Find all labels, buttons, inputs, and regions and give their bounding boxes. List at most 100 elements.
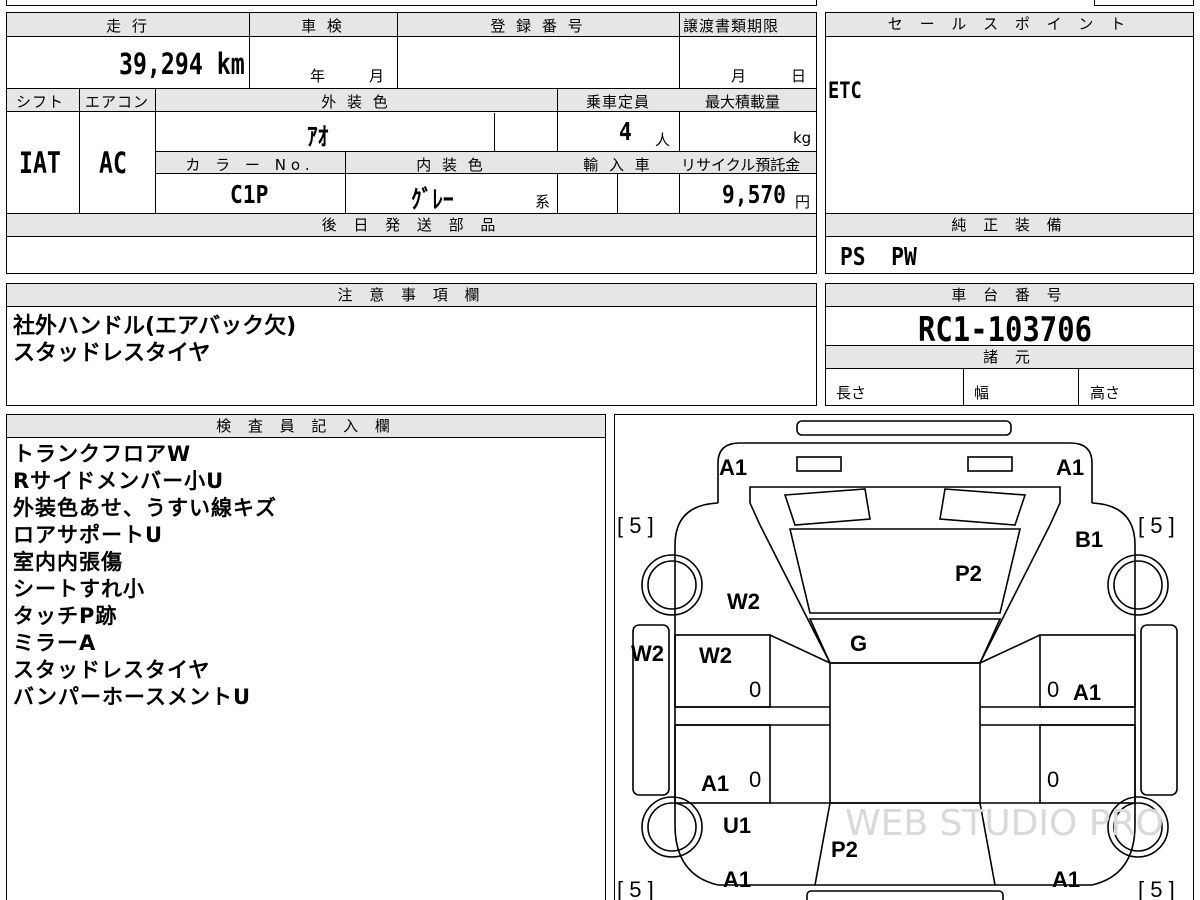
sales-point-label: セ ー ル ス ポ イ ン ト <box>826 13 1193 37</box>
front-outline <box>717 442 1093 503</box>
tire-front-right <box>1107 554 1169 616</box>
tire-front-left <box>641 554 703 616</box>
watermark: WEB STUDIO PRO <box>845 803 1164 844</box>
mileage-label: 走 行 <box>106 17 150 35</box>
length-label: 長さ <box>836 384 867 402</box>
inspector-line-7: タッチP跡 <box>13 604 118 628</box>
tire-rear-left-inner <box>647 802 697 852</box>
chassis-box: 車 台 番 号 RC1-103706 諸 元 長さ 幅 高さ <box>825 283 1194 406</box>
grille-outline <box>749 486 1061 503</box>
left-front-lamp <box>783 488 871 526</box>
marker-left-rear-fender: U1 <box>723 813 751 838</box>
specs-label: 諸 元 <box>826 346 1193 369</box>
color-no-label: カ ラ ー No. <box>185 156 315 174</box>
marker-right-front-door: A1 <box>1073 680 1101 705</box>
exterior-color-label: 外 装 色 <box>321 93 391 111</box>
chassis-number-label: 車 台 番 号 <box>826 284 1193 307</box>
color-no-value: C1P <box>230 180 269 209</box>
top-strip-right <box>1094 0 1194 6</box>
deadline-label: 譲渡書類期限 <box>683 17 780 35</box>
import-label: 輸 入 車 <box>583 156 653 174</box>
deadline-day: 日 <box>791 67 807 85</box>
car-diagram: WEB STUDIO PRO A1 A1 [ 5 ] [ 5 ] B1 P2 W… <box>617 420 1178 900</box>
rear-bumper <box>806 890 1004 900</box>
ac-label: エアコン <box>85 93 150 111</box>
right-headlight <box>967 456 1013 472</box>
marker-right-front-fender: B1 <box>1075 527 1103 552</box>
vehicle-info-table: 走 行 車 検 登 録 番 号 譲渡書類期限 39,294 km 年 月 月 日… <box>6 12 817 274</box>
sales-point-box: セ ー ル ス ポ イ ン ト ETC 純 正 装 備 PS PW <box>825 12 1194 274</box>
tire-rear-left-label: [ 5 ] <box>617 877 654 900</box>
recycle-unit: 円 <box>795 193 811 211</box>
later-parts-label: 後 日 発 送 部 品 <box>7 214 816 237</box>
shaken-month: 月 <box>369 67 385 85</box>
interior-suffix: 系 <box>535 193 551 211</box>
top-strip <box>6 0 817 6</box>
marker-windshield: G <box>850 631 867 656</box>
inspector-line-3: 外装色あせ、うすい線キズ <box>13 496 277 520</box>
marker-left-front-door: W2 <box>699 643 732 668</box>
inspector-box: 検 査 員 記 入 欄 トランクフロアW Rサイドメンバー小U 外装色あせ、うす… <box>6 414 606 900</box>
recycle-label: リサイクル預託金 <box>681 156 801 174</box>
windshield-panel <box>808 618 1002 664</box>
capacity-label: 乗車定員 <box>585 93 650 111</box>
tire-rear-left <box>641 796 703 858</box>
marker-left-front-fender: W2 <box>727 589 760 614</box>
inspector-line-9: スタッドレスタイヤ <box>13 658 211 682</box>
chassis-number-value: RC1-103706 <box>918 310 1092 350</box>
hood-panel <box>788 528 1022 614</box>
car-diagram-box: WEB STUDIO PRO A1 A1 [ 5 ] [ 5 ] B1 P2 W… <box>614 414 1194 900</box>
height-label: 高さ <box>1090 384 1121 402</box>
inspector-line-1: トランクフロアW <box>13 442 192 466</box>
shift-label: シフト <box>16 93 65 111</box>
right-side-sill <box>1140 624 1178 796</box>
genuine-equipment-label: 純 正 装 備 <box>826 214 1193 237</box>
inspector-line-4: ロアサポートU <box>13 523 164 547</box>
inspector-line-8: ミラーA <box>13 631 97 655</box>
tire-front-left-inner <box>647 560 697 610</box>
marker-left-rear-door: A1 <box>701 771 729 796</box>
notes-line-2: スタッドレスタイヤ <box>13 341 211 366</box>
inspector-line-10: バンパーホースメントU <box>13 685 252 709</box>
inspector-line-6: シートすれ小 <box>13 577 145 601</box>
marker-hood: P2 <box>955 561 982 586</box>
marker-front-right-corner: A1 <box>1056 455 1084 480</box>
recycle-value: 9,570 <box>722 180 786 209</box>
inspector-line-5: 室内内張傷 <box>13 550 123 574</box>
sales-point-value: ETC <box>828 79 862 104</box>
capacity-value: 4 <box>619 117 632 146</box>
mileage-value: 39,294 km <box>119 47 245 81</box>
right-front-lamp <box>939 488 1027 526</box>
zero-marker-2: 0 <box>1047 677 1059 702</box>
genuine-equipment-value: PS PW <box>840 242 917 271</box>
max-load-label: 最大積載量 <box>705 93 781 111</box>
interior-color-label: 内 装 色 <box>416 156 486 174</box>
marker-front-left-corner: A1 <box>719 455 747 480</box>
capacity-unit: 人 <box>655 131 671 149</box>
zero-marker-1: 0 <box>749 677 761 702</box>
deadline-month: 月 <box>731 67 747 85</box>
notes-box: 注 意 事 項 欄 社外ハンドル(エアバック欠) スタッドレスタイヤ <box>6 283 817 406</box>
tire-rear-right-label: [ 5 ] <box>1138 877 1175 900</box>
marker-rear-left-corner: A1 <box>723 867 751 892</box>
interior-color-value: ｸﾞﾚｰ <box>411 185 454 214</box>
left-headlight <box>796 456 842 472</box>
zero-marker-3: 0 <box>749 767 761 792</box>
ac-value: AC <box>99 146 127 180</box>
marker-rear-glass: P2 <box>831 837 858 862</box>
width-label: 幅 <box>974 384 990 402</box>
inspector-label: 検 査 員 記 入 欄 <box>7 415 605 438</box>
exterior-color-value: ｱｵ <box>307 122 329 151</box>
inspector-line-2: Rサイドメンバー小U <box>13 469 225 493</box>
tire-front-right-inner <box>1113 560 1163 610</box>
registration-label: 登 録 番 号 <box>490 17 586 35</box>
notes-line-1: 社外ハンドル(エアバック欠) <box>13 314 297 339</box>
load-unit: kg <box>793 129 812 147</box>
tire-front-right-label: [ 5 ] <box>1138 513 1175 538</box>
front-bumper <box>796 420 1012 436</box>
marker-left-side-sill: W2 <box>631 641 664 666</box>
shift-value: IAT <box>19 146 61 180</box>
shaken-year: 年 <box>310 67 326 85</box>
shaken-label: 車 検 <box>301 17 345 35</box>
marker-rear-right-corner: A1 <box>1052 867 1080 892</box>
